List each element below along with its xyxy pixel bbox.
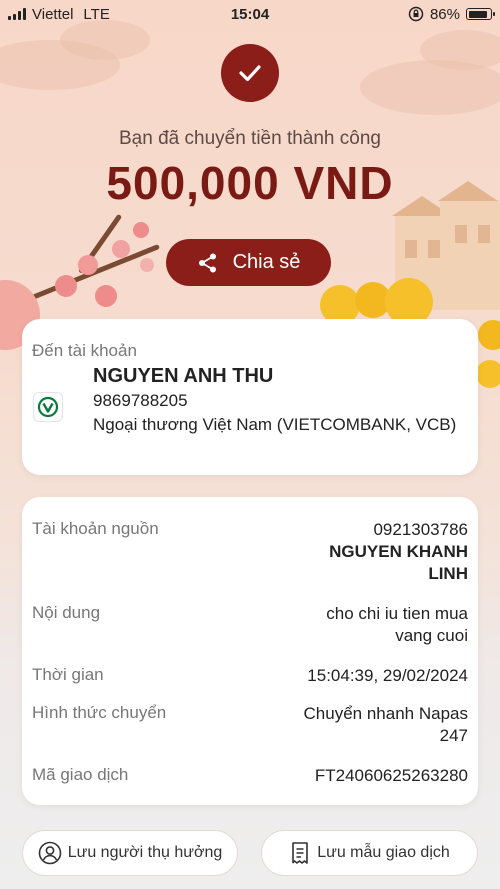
- battery-fill: [468, 10, 487, 18]
- detail-value: 15:04:39, 29/02/2024: [307, 665, 468, 687]
- receipt-icon: [292, 842, 309, 864]
- recipient-name: NGUYEN ANH THU: [93, 365, 274, 387]
- time-value: 15:04:39, 29/02/2024: [307, 666, 468, 685]
- detail-label: Nội dung: [32, 603, 101, 622]
- transaction-id-value: FT24060625263280: [314, 766, 468, 785]
- transfer-amount: 500,000 VND: [106, 157, 394, 209]
- detail-value: FT24060625263280: [315, 765, 468, 787]
- recipient-account-number: 9869788205: [93, 391, 188, 410]
- source-account-name-line2: LINH: [428, 564, 468, 583]
- source-account-number: 0921303786: [373, 520, 468, 539]
- save-beneficiary-button[interactable]: Lưu người thụ hưởng: [22, 830, 238, 876]
- share-icon: [198, 253, 216, 272]
- content-line2: vang cuoi: [395, 626, 468, 645]
- detail-value: Chuyển nhanh Napas 247: [304, 703, 468, 747]
- battery-percent: 86%: [429, 5, 460, 23]
- recipient-bank-name: Ngoại thương Việt Nam (VIETCOMBANK, VCB): [93, 415, 457, 434]
- save-template-label: Lưu mẫu giao dịch: [317, 844, 450, 861]
- save-template-button[interactable]: Lưu mẫu giao dịch: [261, 830, 478, 876]
- detail-label: Thời gian: [32, 665, 104, 684]
- detail-label: Hình thức chuyển: [32, 703, 167, 722]
- share-label: Chia sẻ: [232, 251, 301, 273]
- recipient-card: Đến tài khoản NGUYEN ANH THU 9869788205 …: [22, 319, 478, 475]
- transfer-method-line1: Chuyển nhanh Napas: [303, 704, 468, 723]
- vietcombank-logo-icon: [33, 392, 63, 422]
- detail-value: cho chi iu tien mua vang cuoi: [326, 603, 468, 647]
- content-line1: cho chi iu tien mua: [326, 604, 468, 623]
- source-account-name-line1: NGUYEN KHANH: [329, 542, 468, 561]
- success-check-icon: [221, 44, 279, 102]
- signal-icon: [8, 8, 26, 20]
- recipient-title: Đến tài khoản: [32, 341, 137, 360]
- status-right: 86%: [408, 5, 495, 23]
- transaction-details-card: Tài khoản nguồn 0921303786 NGUYEN KHANH …: [22, 497, 478, 805]
- carrier-label: Viettel: [32, 5, 74, 23]
- success-message: Bạn đã chuyển tiền thành công: [119, 128, 381, 149]
- detail-label: Mã giao dịch: [32, 765, 129, 784]
- transfer-method-line2: 247: [439, 726, 468, 745]
- detail-label: Tài khoản nguồn: [32, 519, 159, 538]
- save-beneficiary-label: Lưu người thụ hưởng: [67, 844, 223, 861]
- battery-icon: [466, 8, 495, 20]
- detail-value: 0921303786 NGUYEN KHANH LINH: [329, 519, 468, 585]
- share-button[interactable]: Chia sẻ: [166, 239, 331, 286]
- user-icon: [38, 841, 62, 865]
- orientation-lock-icon: [408, 6, 424, 22]
